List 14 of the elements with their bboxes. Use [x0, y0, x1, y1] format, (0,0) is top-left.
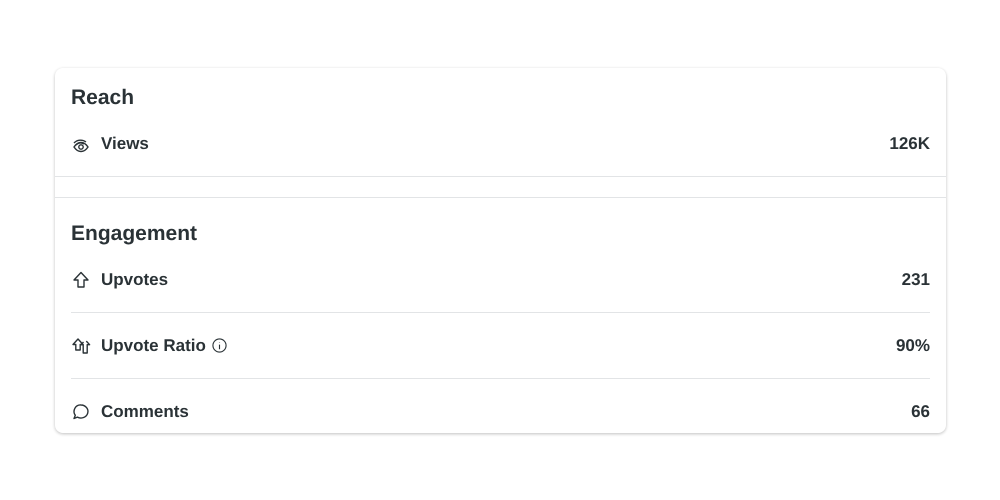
- metric-value: 66: [911, 402, 930, 422]
- speech-bubble-icon: [71, 402, 91, 422]
- metric-label: Comments: [101, 402, 189, 422]
- metric-value: 90%: [896, 336, 930, 356]
- metric-label: Upvotes: [101, 270, 168, 290]
- metric-label: Upvote Ratio: [101, 336, 206, 356]
- metric-label: Views: [101, 134, 149, 154]
- section-title: Engagement: [71, 221, 198, 247]
- arrow-up-icon: [71, 270, 91, 290]
- double-arrow-up-icon: [71, 336, 91, 356]
- metric-value: 231: [902, 270, 930, 290]
- metric-value: 126K: [889, 134, 930, 154]
- section-title: Reach: [71, 85, 136, 111]
- info-icon[interactable]: [212, 338, 227, 353]
